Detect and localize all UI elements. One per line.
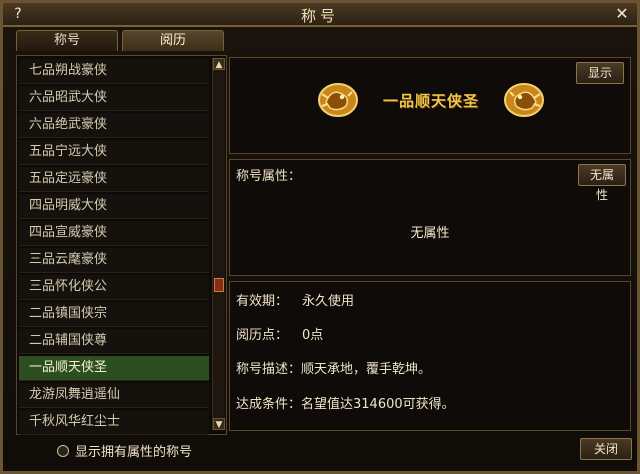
title-list-item[interactable]: 龙游凤舞逍遥仙 (19, 383, 209, 408)
radio-icon[interactable] (57, 445, 69, 457)
title-list-item[interactable]: 六品昭武大侠 (19, 86, 209, 111)
experience-label: 阅历点： (236, 328, 289, 343)
close-icon[interactable]: ✕ (613, 5, 631, 23)
title-list: 七品朔战豪侠 六品昭武大侠 六品绝武豪侠 五品宁远大侠 五品定远豪侠 四品明威大侠 四品宣威… (19, 59, 209, 437)
title-list-item[interactable]: 千秋风华红尘士 (19, 410, 209, 435)
show-attribute-titles-label: 显示拥有属性的称号 (75, 445, 193, 460)
scroll-down-icon[interactable]: ▼ (213, 418, 225, 430)
experience-row: 阅历点： 0点 (236, 324, 323, 343)
description-label: 称号描述： (236, 362, 302, 377)
condition-value: 名望值达314600可获得。 (301, 397, 455, 412)
validity-label: 有效期： (236, 294, 289, 309)
title-list-item[interactable]: 四品宣威豪侠 (19, 221, 209, 246)
list-scrollbar[interactable]: ▲ ▼ (212, 58, 225, 430)
dragon-emblem-icon (318, 83, 358, 117)
experience-value: 0点 (302, 328, 324, 343)
tab-experience[interactable]: 阅历 (122, 30, 224, 51)
close-button[interactable]: 关闭 (580, 438, 632, 460)
title-list-item[interactable]: 四品明威大侠 (19, 194, 209, 219)
title-display-panel: 显示 一品顺天侠圣 (229, 57, 631, 154)
title-list-item[interactable]: 七品朔战豪侠 (19, 59, 209, 84)
title-list-item[interactable]: 二品镇国侠宗 (19, 302, 209, 327)
window-titlebar: ? 称号 ✕ (3, 3, 637, 27)
current-title-text: 一品顺天侠圣 (382, 92, 479, 110)
attributes-label: 称号属性： (236, 169, 302, 184)
attributes-panel: 称号属性： 无属性 无属性 (229, 159, 631, 276)
title-list-panel: 七品朔战豪侠 六品昭武大侠 六品绝武豪侠 五品宁远大侠 五品定远豪侠 四品明威大侠 四品宣威… (16, 55, 227, 435)
condition-label: 达成条件： (236, 397, 302, 412)
window-title: 称号 (300, 7, 339, 25)
tab-title[interactable]: 称号 (16, 30, 118, 51)
dragon-emblem-icon (504, 83, 544, 117)
description-row: 称号描述：顺天承地，覆手乾坤。 (236, 358, 431, 377)
condition-row: 达成条件：名望值达314600可获得。 (236, 393, 455, 412)
title-list-item[interactable]: 三品云麾豪侠 (19, 248, 209, 273)
title-list-item[interactable]: 三品怀化侠公 (19, 275, 209, 300)
show-button[interactable]: 显示 (576, 62, 624, 84)
validity-value: 永久使用 (302, 294, 355, 309)
title-list-item[interactable]: 二品辅国侠尊 (19, 329, 209, 354)
validity-row: 有效期： 永久使用 (236, 290, 354, 309)
title-list-item[interactable]: 六品绝武豪侠 (19, 113, 209, 138)
title-banner: 一品顺天侠圣 (316, 80, 546, 120)
title-info-panel: 有效期： 永久使用 阅历点： 0点 称号描述：顺天承地，覆手乾坤。 达成条件：名望值… (229, 281, 631, 431)
title-list-item[interactable]: 一品顺天侠圣 (19, 356, 209, 381)
title-list-item[interactable]: 五品宁远大侠 (19, 140, 209, 165)
scroll-up-icon[interactable]: ▲ (213, 58, 225, 70)
scroll-thumb[interactable] (214, 278, 224, 292)
title-list-item[interactable]: 五品定远豪侠 (19, 167, 209, 192)
no-attributes-button[interactable]: 无属性 (578, 164, 626, 202)
show-attribute-titles-toggle[interactable]: 显示拥有属性的称号 (57, 441, 192, 460)
description-value: 顺天承地，覆手乾坤。 (301, 362, 432, 377)
attributes-value: 无属性 (410, 226, 450, 241)
